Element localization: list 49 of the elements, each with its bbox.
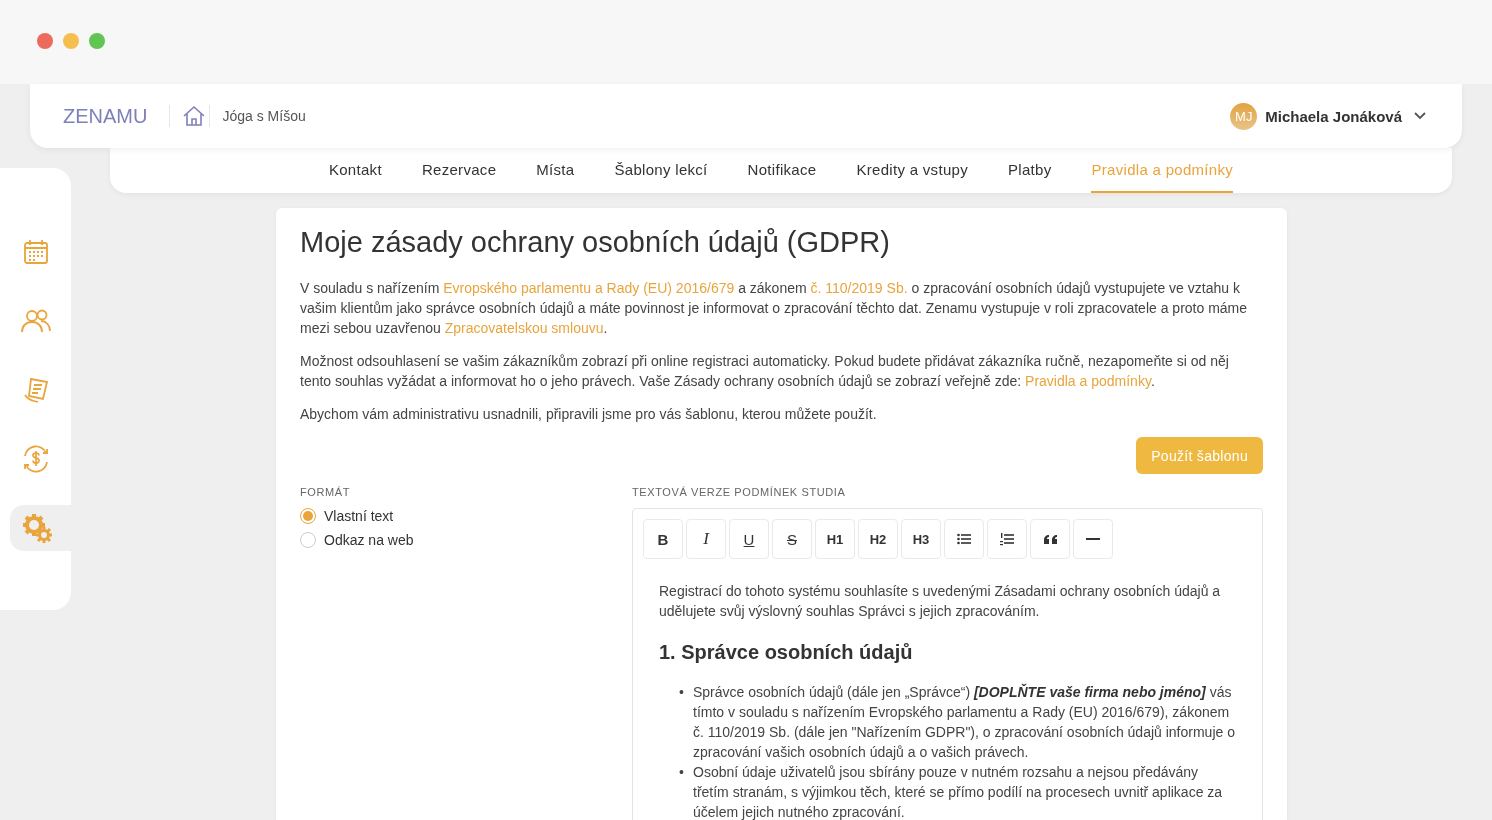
bullet: •: [679, 683, 685, 702]
tab[interactable]: Kredity a vstupy: [856, 148, 968, 193]
strike-button[interactable]: S: [772, 519, 812, 559]
section-label: TEXTOVÁ VERZE PODMÍNEK STUDIA: [632, 486, 846, 498]
radio-label[interactable]: Odkaz na web: [324, 532, 414, 548]
calendar-icon: [22, 238, 49, 265]
quote-button[interactable]: [1030, 519, 1070, 559]
tab[interactable]: Platby: [1007, 148, 1052, 193]
chevron-down-icon[interactable]: [1414, 112, 1426, 120]
bold-button[interactable]: B: [643, 519, 683, 559]
tab[interactable]: Rezervace: [421, 148, 497, 193]
text-editor[interactable]: [632, 508, 1263, 820]
tab[interactable]: Místa: [536, 148, 575, 193]
heading-button[interactable]: H1: [815, 519, 855, 559]
window-close-icon[interactable]: [37, 32, 53, 49]
radio-label[interactable]: Vlastní text: [324, 508, 394, 524]
logo[interactable]: ZENAMU: [63, 104, 148, 128]
sidebar-item[interactable]: [10, 505, 71, 551]
heading: 1. Správce osobních údajů: [659, 642, 914, 662]
section-label: FORMÁT: [300, 486, 351, 498]
list-item: Správce osobních údajů (dále jen „Správce“) [DOPLŇTE vaše firma nebo jméno] vás tímto v souladu s nařízením Evropského parlamentu a Rady (EU) 2016/679), zákonem č. 110/2019 Sb. (dále jen "Nařízením GDPR"), o zpracování osobních údajů informuje o zpracování vašich osobních údajů a o vašich právech.: [693, 682, 1236, 762]
paragraph: Registrací do tohoto systému souhlasíte s uvedenými Zásadami ochrany osobních údajů a udělujete svůj výslovný souhlas Správci s jejich zpracováním.: [659, 582, 1222, 621]
quote-icon: [1043, 534, 1057, 544]
italic-button[interactable]: I: [686, 519, 726, 559]
people-icon: [20, 308, 51, 333]
home-icon[interactable]: [182, 105, 207, 127]
paragraph: Možnost odsouhlasení se vašim zákazníkům zobrazí při online registraci automaticky. Pokud budete přidávat zákazníka ručně, nezapomeňte si od něj tento souhlas vyžádat a informovat ho o jeho právech. Vaše Zásady ochrany osobních údajů se zobrazí veřejně zde: Pravidla a podmínky.: [300, 352, 1230, 391]
numbered-list-button[interactable]: [987, 519, 1027, 559]
window-zoom-icon[interactable]: [89, 32, 105, 49]
user-name[interactable]: Michaela Jonáková: [1265, 107, 1402, 125]
list-item: Osobní údaje uživatelů jsou sbírány pouze v nutném rozsahu a nejsou předávány třetím stranám, s výjimkou těch, které se přímo podílí na procesech uvnitř aplikace za účelem jejich nutného zpracování.: [693, 763, 1224, 820]
document-icon: [22, 376, 49, 403]
window-minimize-icon[interactable]: [63, 32, 79, 49]
underline-button[interactable]: U: [729, 519, 769, 559]
bullet: •: [679, 763, 685, 782]
heading-button[interactable]: H2: [858, 519, 898, 559]
gears-icon: [21, 513, 52, 543]
tab[interactable]: Šablony lekcí: [614, 148, 708, 193]
bullet-list-button[interactable]: [944, 519, 984, 559]
bullet-list-icon: [957, 533, 971, 545]
numbered-list-icon: [1000, 532, 1014, 546]
paragraph: Abychom vám administrativu usnadnili, připravili jsme pro vás šablonu, kterou můžete použít.: [300, 405, 878, 424]
heading-button[interactable]: H3: [901, 519, 941, 559]
horizontal-rule-icon: [1086, 538, 1100, 540]
studio-name: Jóga s Míšou: [222, 108, 306, 124]
page-title: Moje zásady ochrany osobních údajů (GDPR): [300, 226, 891, 259]
tab[interactable]: Kontakt: [328, 148, 382, 193]
tab[interactable]: Notifikace: [747, 148, 817, 193]
paragraph: V souladu s nařízením Evropského parlamentu a Rady (EU) 2016/679 a zákonem č. 110/2019 Sb. o zpracování osobních údajů vystupujete ve vztahu k vašim klientům jako správce osobních údajů a máte povinnost je informovat o zpracování těchto dat. Zenamu vystupuje v roli zpracovatele a proto máme mezi sebou uzavřenou Zpracovatelskou smlouvu.: [300, 279, 1249, 338]
